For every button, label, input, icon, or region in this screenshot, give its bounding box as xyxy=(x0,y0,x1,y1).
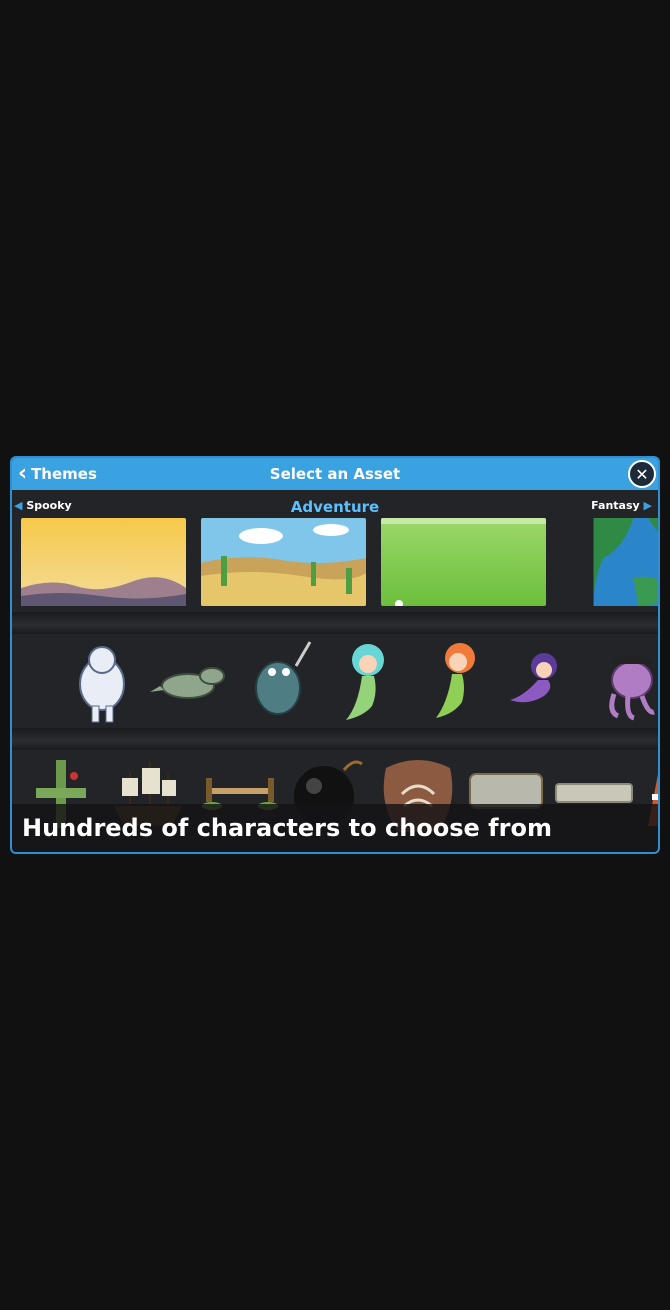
close-icon[interactable]: ✕ xyxy=(628,460,656,488)
character-yeti[interactable] xyxy=(62,636,142,726)
asset-dialog: ‹ Themes Select an Asset ✕ ◀ Spooky Adve… xyxy=(10,456,660,854)
theme-navigation: ◀ Spooky Adventure Fantasy ▶ xyxy=(12,498,658,516)
current-theme-title: Adventure xyxy=(290,498,380,516)
shelf-divider xyxy=(12,612,658,634)
next-theme-button[interactable]: Fantasy ▶ xyxy=(591,499,652,512)
character-purple-mermaid[interactable] xyxy=(504,636,584,726)
background-row xyxy=(21,518,660,608)
triangle-right-icon: ▶ xyxy=(643,499,652,512)
shelf-divider xyxy=(12,728,658,750)
background-island-map[interactable] xyxy=(561,518,660,606)
background-desert-sunset[interactable] xyxy=(21,518,186,606)
title-bar: ‹ Themes Select an Asset ✕ xyxy=(12,458,658,490)
character-dinosaur[interactable] xyxy=(150,636,230,726)
background-cactus-desert[interactable] xyxy=(201,518,366,606)
dialog-title: Select an Asset xyxy=(269,465,401,483)
caption-banner: Hundreds of characters to choose from xyxy=(12,804,658,852)
character-row xyxy=(32,636,660,726)
character-red-mermaid[interactable] xyxy=(416,636,496,726)
next-theme-label: Fantasy xyxy=(591,499,640,512)
character-pirate-octopus[interactable] xyxy=(588,636,660,726)
character-sea-monster[interactable] xyxy=(238,636,318,726)
background-green-meadow[interactable] xyxy=(381,518,546,606)
character-blue-mermaid[interactable] xyxy=(328,636,408,726)
